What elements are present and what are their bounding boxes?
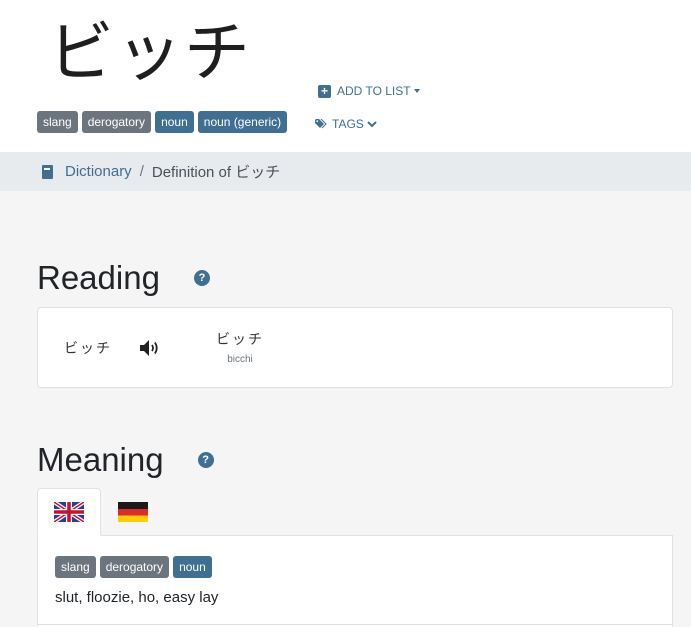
tab-english[interactable]	[37, 488, 101, 536]
meaning-divider	[38, 624, 672, 625]
meaning-help-icon[interactable]: ?	[197, 452, 214, 468]
chevron-down-icon	[367, 121, 377, 128]
language-tabs	[37, 488, 165, 536]
reading-heading: Reading	[37, 259, 160, 296]
meaning-definition: slut, floozie, ho, easy lay	[55, 589, 219, 606]
badge-noun: noun	[155, 111, 194, 133]
reading-ruby: ビッチ bicchi	[216, 329, 264, 365]
meaning-heading: Meaning	[37, 441, 164, 478]
breadcrumb: Dictionary / Definition of ビッチ	[0, 152, 691, 191]
meaning-badge-derogatory: derogatory	[99, 556, 170, 578]
tags-dropdown[interactable]: TAGS	[315, 117, 377, 131]
meaning-badge-noun: noun	[173, 556, 212, 578]
breadcrumb-current: Definition of ビッチ	[151, 164, 281, 181]
caret-down-icon	[413, 89, 420, 93]
tag-icon	[315, 119, 327, 129]
reading-heading-row: Reading ?	[37, 256, 210, 300]
meaning-heading-row: Meaning ?	[37, 438, 214, 482]
badge-derogatory: derogatory	[81, 111, 152, 133]
breadcrumb-separator: /	[139, 163, 144, 180]
reading-help-icon[interactable]: ?	[193, 270, 210, 286]
ruby-romaji: bicchi	[227, 354, 253, 365]
word-header: ビッチ + ADD TO LIST slang derogatory noun …	[0, 0, 691, 152]
badge-slang: slang	[37, 111, 78, 133]
add-to-list-button[interactable]: + ADD TO LIST	[318, 84, 420, 98]
meaning-badge-slang: slang	[55, 556, 96, 578]
breadcrumb-dictionary-link[interactable]: Dictionary	[65, 163, 132, 180]
header-badges: slang derogatory noun noun (generic)	[37, 111, 288, 133]
ruby-kana: ビッチ	[216, 331, 264, 347]
reading-card: ビッチ ビッチ bicchi	[37, 307, 673, 388]
plus-icon: +	[318, 84, 331, 98]
badge-noun-generic: noun (generic)	[197, 111, 288, 133]
reading-text: ビッチ	[64, 340, 112, 356]
meaning-card: slang derogatory noun slut, floozie, ho,…	[37, 535, 673, 627]
meaning-badges: slang derogatory noun	[55, 556, 212, 578]
word-title: ビッチ	[48, 14, 252, 91]
speaker-icon[interactable]	[138, 338, 162, 358]
english-flag-icon	[54, 502, 84, 522]
tags-label: TAGS	[332, 117, 364, 131]
tab-german[interactable]	[101, 488, 165, 536]
book-icon	[42, 164, 53, 179]
add-to-list-label: ADD TO LIST	[337, 84, 411, 98]
german-flag-icon	[118, 502, 148, 522]
